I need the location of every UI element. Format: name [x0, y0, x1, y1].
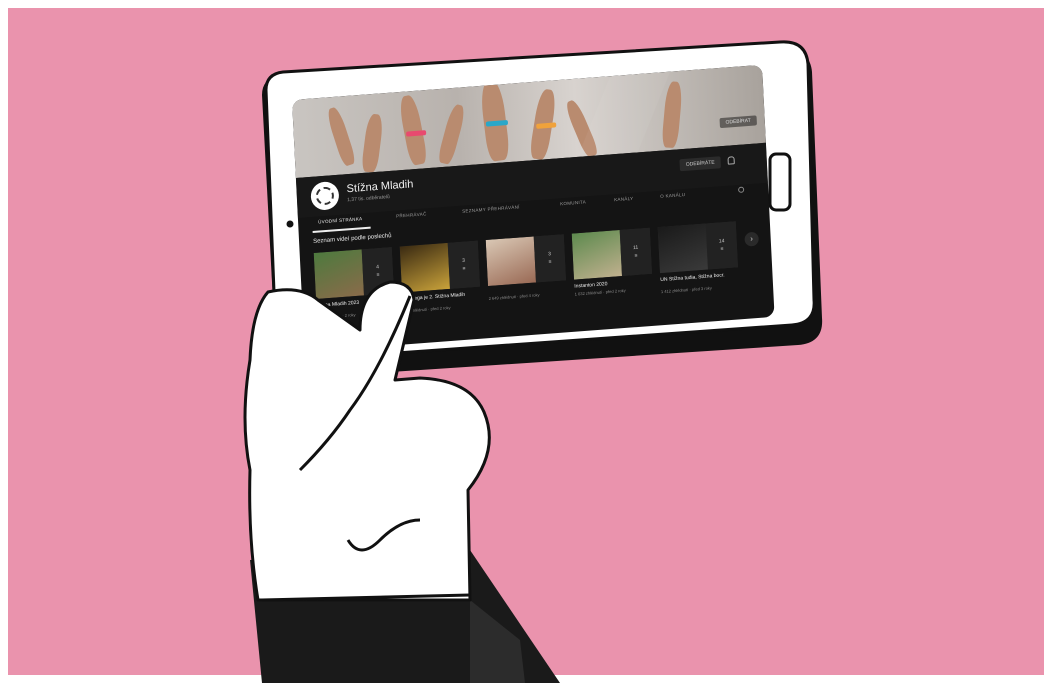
illustration: ODEBÍRAT Stížna Mladih 1,37 tis. odběrat…	[0, 0, 1052, 683]
hand-illustration	[243, 280, 560, 683]
hand	[243, 280, 491, 602]
